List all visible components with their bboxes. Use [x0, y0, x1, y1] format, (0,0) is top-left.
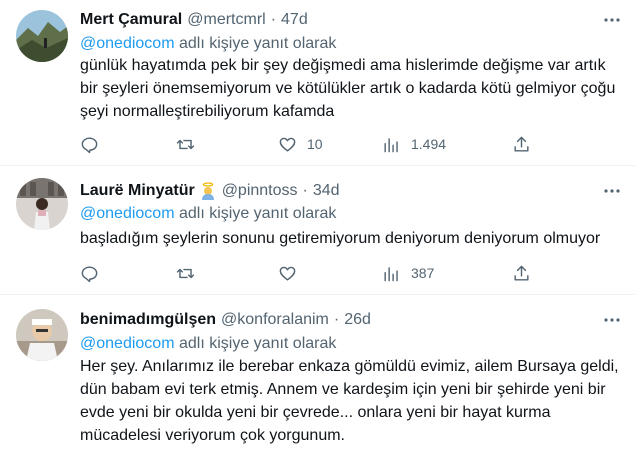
views-icon	[384, 137, 398, 152]
retweet-icon	[176, 139, 195, 149]
views-button[interactable]: 387	[382, 261, 434, 285]
tweet[interactable]: Mert Çamural @mertcmrl · 47d @onediocom …	[0, 0, 635, 166]
tweet-header: Mert Çamural @mertcmrl · 47d	[80, 9, 615, 31]
share-button[interactable]	[512, 261, 531, 285]
reply-icon	[81, 136, 98, 153]
tweet-text: Her şey. Anılarımız ile berebar enkaza g…	[80, 358, 619, 444]
avatar[interactable]	[16, 309, 68, 361]
tweet[interactable]: benimadımgülşen @konforalanim · 26d @one…	[0, 295, 635, 454]
user-handle[interactable]: @pinntoss	[222, 182, 298, 200]
user-handle[interactable]: @konforalanim	[221, 311, 329, 329]
like-button[interactable]: 10	[278, 132, 323, 156]
reply-prefix: adlı kişiye yanıt olarak	[178, 335, 337, 352]
mention-link[interactable]: @onediocom	[80, 205, 175, 222]
retweet-button[interactable]	[176, 261, 205, 285]
views-count: 1.494	[411, 136, 447, 152]
more-options-button[interactable]	[601, 180, 623, 202]
reply-context: @onediocom adlı kişiye yanıt olarak	[80, 33, 336, 55]
mention-link[interactable]: @onediocom	[80, 335, 175, 352]
more-icon	[604, 18, 620, 22]
user-handle[interactable]: @mertcmrl	[187, 11, 265, 29]
reply-button[interactable]	[80, 261, 109, 285]
more-options-button[interactable]	[601, 9, 623, 31]
tweet-header: benimadımgülşen @konforalanim · 26d	[80, 309, 615, 331]
like-icon	[279, 137, 296, 152]
reply-prefix: adlı kişiye yanıt olarak	[178, 35, 337, 52]
like-icon	[279, 266, 296, 281]
more-icon	[604, 318, 620, 322]
reply-context: @onediocom adlı kişiye yanıt olarak	[80, 333, 336, 355]
timestamp[interactable]: 34d	[313, 182, 340, 200]
timestamp[interactable]: 26d	[344, 311, 371, 329]
reply-prefix: adlı kişiye yanıt olarak	[178, 205, 337, 222]
display-name[interactable]: benimadımgülşen	[80, 311, 216, 329]
avatar[interactable]	[16, 10, 68, 62]
views-button[interactable]: 1.494	[382, 132, 446, 156]
separator-dot: ·	[270, 11, 277, 28]
separator-dot: ·	[302, 182, 308, 199]
share-icon	[514, 265, 529, 281]
like-count: 10	[307, 136, 323, 152]
reply-context: @onediocom adlı kişiye yanıt olarak	[80, 203, 336, 225]
retweet-button[interactable]	[176, 132, 205, 156]
tweet-header: Laurë Minyatür @pinntoss · 34d	[80, 180, 615, 202]
action-bar: 387	[80, 261, 540, 285]
display-name[interactable]: Mert Çamural	[80, 11, 182, 29]
tweet-feed: Mert Çamural @mertcmrl · 47d @onediocom …	[0, 0, 635, 454]
views-count: 387	[411, 265, 435, 281]
display-name[interactable]: Laurë Minyatür	[80, 182, 195, 200]
share-icon	[514, 136, 529, 152]
share-button[interactable]	[512, 132, 531, 156]
retweet-icon	[176, 268, 195, 278]
like-button[interactable]	[278, 261, 307, 285]
views-icon	[384, 266, 398, 281]
tweet-text: başladığım şeylerin sonunu getiremiyorum…	[80, 230, 601, 247]
action-bar: 10 1.494	[80, 132, 540, 156]
reply-icon	[81, 265, 98, 282]
angel-emoji-icon	[201, 182, 214, 200]
reply-button[interactable]	[80, 132, 109, 156]
tweet-text: günlük hayatımda pek bir şey değişmedi a…	[80, 57, 616, 120]
timestamp[interactable]: 47d	[281, 11, 308, 29]
separator-dot: ·	[333, 311, 340, 328]
mention-link[interactable]: @onediocom	[80, 35, 175, 52]
more-options-button[interactable]	[601, 309, 623, 331]
tweet[interactable]: Laurë Minyatür @pinntoss · 34d @onedioco…	[0, 166, 635, 295]
avatar[interactable]	[16, 178, 68, 230]
more-icon	[604, 189, 620, 193]
